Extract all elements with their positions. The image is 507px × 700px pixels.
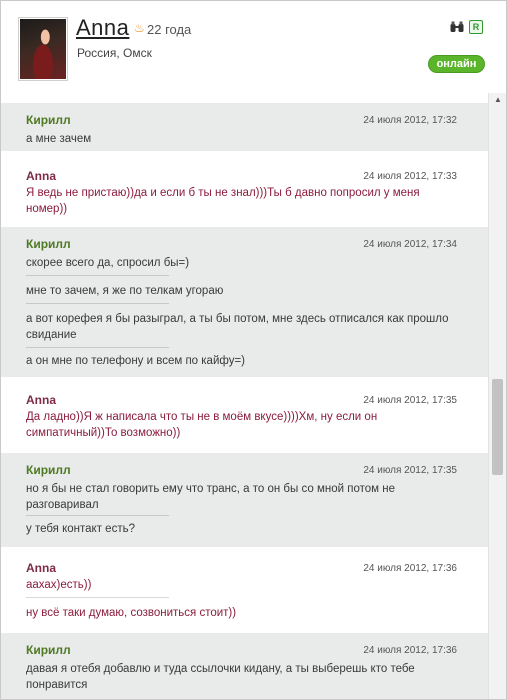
avatar-photo — [20, 19, 66, 79]
message-separator — [26, 515, 169, 516]
message-author[interactable]: Кирилл — [26, 643, 71, 657]
message: Anna 24 июля 2012, 17:36 аахах)есть)) ну… — [1, 547, 488, 633]
chat-window: Anna ♨ 22 года Россия, Омск R онлайн ▲ К… — [0, 0, 507, 700]
message: Кирилл 24 июля 2012, 17:35 но я бы не ст… — [1, 453, 488, 547]
message-text: Да ладно))Я ж написала что ты не в моём … — [26, 411, 378, 439]
message-separator — [26, 275, 169, 276]
message-author[interactable]: Кирилл — [26, 113, 71, 127]
message-text: давая я отебя добавлю и туда ссылочки ки… — [26, 663, 415, 691]
message: Кирилл 24 июля 2012, 17:36 давая я отебя… — [1, 633, 488, 699]
message-text: аахах)есть)) — [26, 579, 92, 591]
message: Кирилл 24 июля 2012, 17:32 а мне зачем — [1, 103, 488, 151]
message-date: 24 июля 2012, 17:35 — [363, 395, 457, 406]
scroll-up-arrow-icon[interactable]: ▲ — [489, 93, 506, 107]
message-separator — [26, 303, 169, 304]
profile-location: Россия, Омск — [77, 46, 152, 60]
message-date: 24 июля 2012, 17:33 — [363, 171, 457, 182]
online-status-badge: онлайн — [428, 55, 485, 73]
scroll-thumb[interactable] — [492, 379, 503, 475]
binoculars-icon[interactable] — [450, 21, 464, 33]
message-separator — [26, 347, 169, 348]
profile-age: 22 года — [147, 22, 192, 37]
message-text: скорее всего да, спросил бы=) — [26, 257, 190, 269]
r-badge[interactable]: R — [469, 20, 483, 34]
profile-name[interactable]: Anna — [76, 15, 129, 41]
message-date: 24 июля 2012, 17:34 — [363, 239, 457, 250]
message-author[interactable]: Кирилл — [26, 237, 71, 251]
message-date: 24 июля 2012, 17:35 — [363, 465, 457, 476]
message-text: Я ведь не пристаю))да и если б ты не зна… — [26, 187, 420, 215]
message-text: но я бы не стал говорить ему что транс, … — [26, 483, 395, 511]
message-author[interactable]: Anna — [26, 561, 56, 575]
message-date: 24 июля 2012, 17:32 — [363, 115, 457, 126]
message-author[interactable]: Кирилл — [26, 463, 71, 477]
avatar[interactable] — [18, 17, 68, 81]
age-icon: ♨ — [134, 21, 145, 35]
message-author[interactable]: Anna — [26, 393, 56, 407]
message-date: 24 июля 2012, 17:36 — [363, 645, 457, 656]
message-author[interactable]: Anna — [26, 169, 56, 183]
message-date: 24 июля 2012, 17:36 — [363, 563, 457, 574]
message: Anna 24 июля 2012, 17:35 Да ладно))Я ж н… — [1, 377, 488, 447]
message-text: а он мне по телефону и всем по кайфу=) — [26, 355, 246, 367]
message: Anna 24 июля 2012, 17:33 Я ведь не прист… — [1, 151, 488, 219]
message-text: а мне зачем — [26, 133, 92, 145]
message-text: у тебя контакт есть? — [26, 523, 135, 535]
message-text: ну всё таки думаю, созвониться стоит)) — [26, 607, 237, 619]
message-list: Кирилл 24 июля 2012, 17:32 а мне зачем A… — [1, 103, 488, 699]
message: Кирилл 24 июля 2012, 17:34 скорее всего … — [1, 227, 488, 377]
message-separator — [26, 597, 169, 598]
profile-header: Anna ♨ 22 года Россия, Омск R онлайн — [1, 1, 506, 89]
message-text: мне то зачем, я же по телкам угораю — [26, 285, 224, 297]
scrollbar[interactable]: ▲ — [488, 93, 506, 699]
message-text: а вот корефея я бы разыграл, а ты бы пот… — [26, 313, 449, 341]
